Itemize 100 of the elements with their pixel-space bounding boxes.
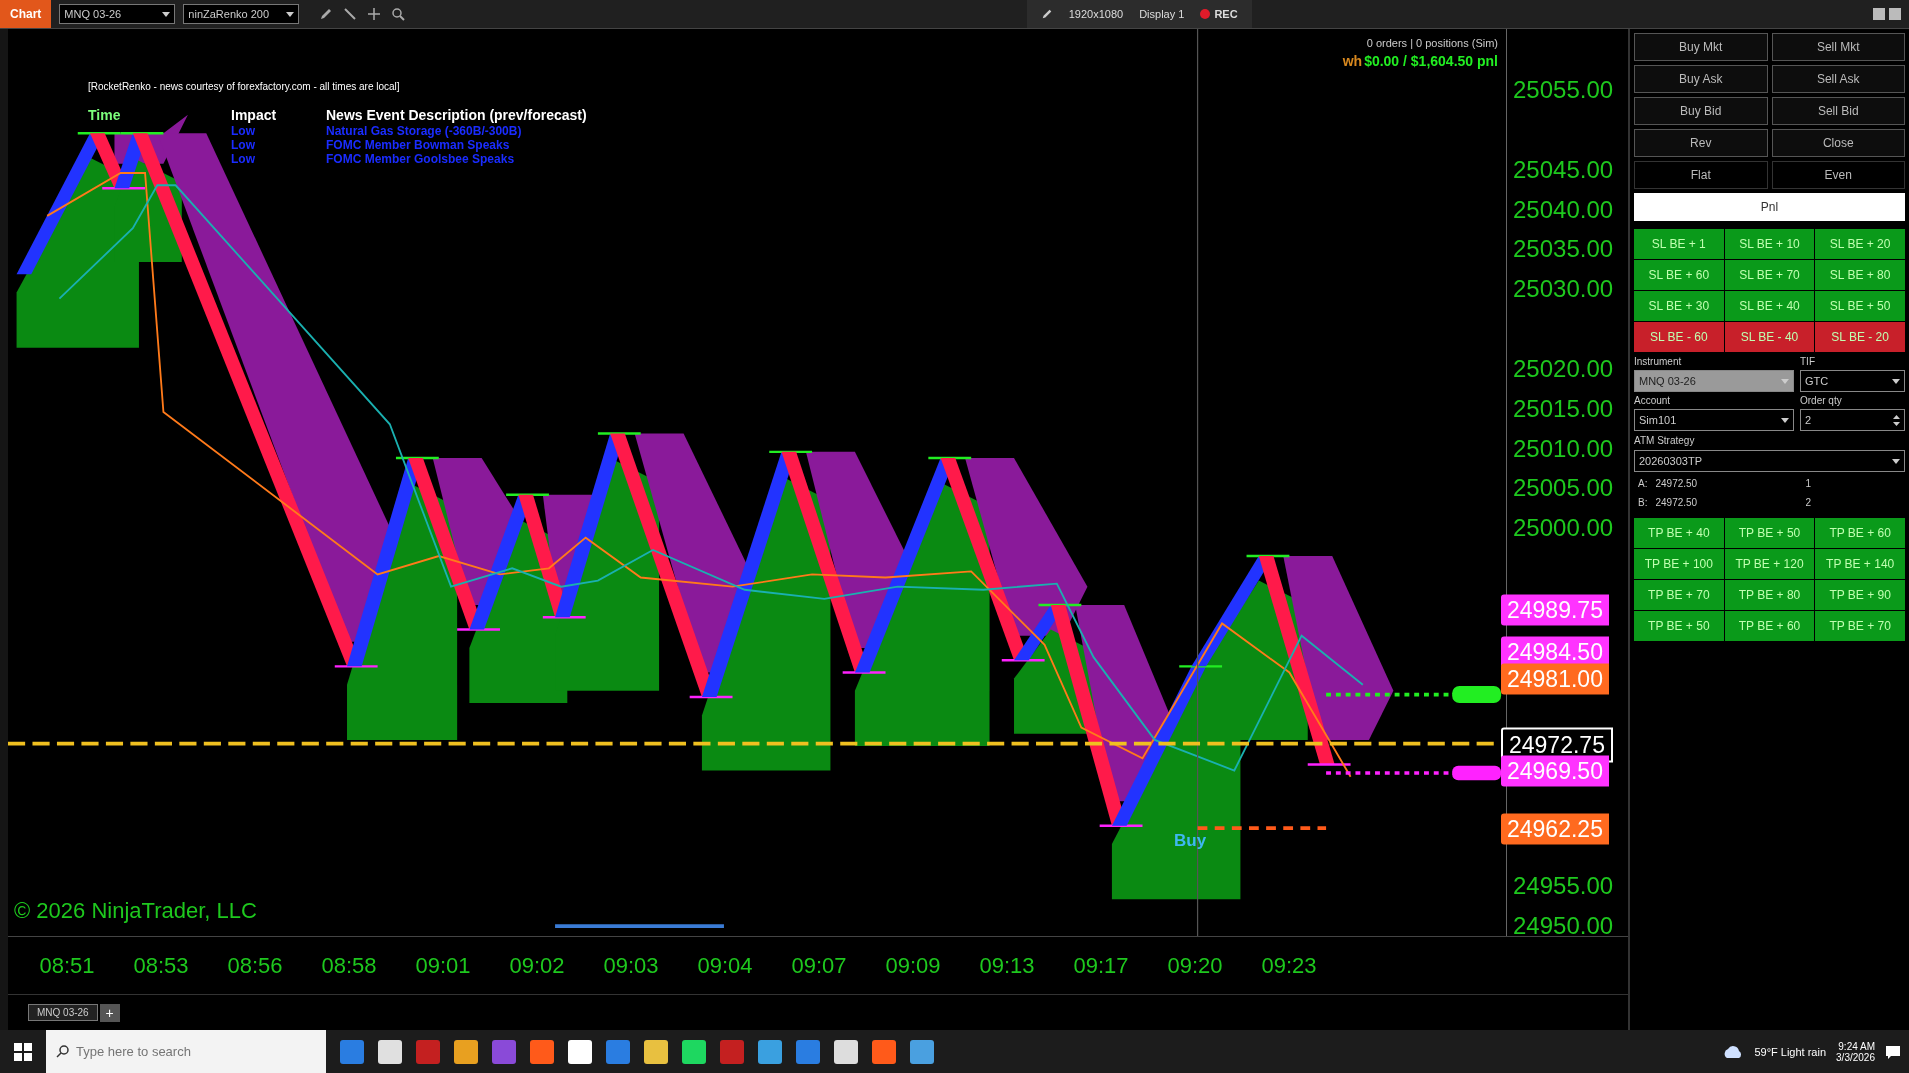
price-tick: 25055.00: [1513, 76, 1614, 105]
stop-loss-button[interactable]: SL BE + 20: [1815, 229, 1905, 259]
pnl-button[interactable]: Pnl: [1634, 193, 1905, 221]
order-button[interactable]: Sell Bid: [1771, 97, 1905, 125]
line-tool-icon[interactable]: [343, 7, 358, 21]
order-button[interactable]: Buy Ask: [1634, 65, 1768, 93]
order-button[interactable]: Sell Ask: [1771, 65, 1905, 93]
stop-loss-button[interactable]: SL BE + 60: [1634, 260, 1724, 290]
take-profit-button[interactable]: TP BE + 50: [1634, 611, 1724, 641]
crosshair-icon[interactable]: [367, 7, 382, 21]
order-button[interactable]: Close: [1771, 129, 1905, 157]
target-quantity: 1: [1805, 478, 1811, 489]
take-profit-button[interactable]: TP BE + 60: [1724, 611, 1815, 641]
order-button[interactable]: Buy Bid: [1634, 97, 1768, 125]
price-tick: 25030.00: [1513, 275, 1614, 304]
news-event-cell-text: Natural Gas Storage (-360B/-300B): [326, 124, 523, 138]
stop-loss-button[interactable]: SL BE - 40: [1724, 322, 1815, 352]
windows-logo-icon[interactable]: [14, 1042, 32, 1061]
news-event-cell-text: FOMC Member Goolsbee Speaks: [326, 152, 516, 166]
app-icon[interactable]: [758, 1039, 782, 1064]
stop-loss-button[interactable]: SL BE + 40: [1724, 291, 1815, 321]
record-button[interactable]: REC: [1200, 8, 1238, 20]
take-profit-button[interactable]: TP BE + 90: [1815, 580, 1905, 610]
time-tick: 09:20: [1166, 952, 1224, 979]
field-label: ATM Strategy: [1634, 435, 1696, 446]
price-tick: 24955.00: [1513, 872, 1614, 901]
select-field[interactable]: 20260303TP: [1634, 450, 1905, 472]
take-profit-button[interactable]: TP BE + 70: [1634, 580, 1724, 610]
order-marker[interactable]: [1452, 765, 1502, 781]
instrument-select[interactable]: MNQ 03-26: [59, 4, 176, 24]
take-profit-button[interactable]: TP BE + 40: [1634, 518, 1724, 548]
take-profit-button[interactable]: TP BE + 100: [1634, 549, 1724, 579]
stop-loss-button[interactable]: SL BE - 60: [1634, 322, 1724, 352]
select-field[interactable]: GTC: [1800, 370, 1905, 392]
take-profit-button[interactable]: TP BE + 120: [1724, 549, 1815, 579]
stop-loss-button[interactable]: SL BE + 1: [1634, 229, 1724, 259]
time-tick: 09:04: [696, 952, 754, 979]
caret-icon: [1892, 378, 1900, 384]
scroll-bar[interactable]: [555, 924, 724, 929]
order-button[interactable]: Buy Mkt: [1634, 33, 1768, 61]
target-quantity: 2: [1805, 497, 1811, 508]
app-icon[interactable]: [682, 1039, 706, 1064]
news-event-cell-text: FOMC Member Bowman Speaks: [326, 138, 511, 152]
caret-icon: [1781, 417, 1789, 423]
price-tick: 25015.00: [1513, 394, 1614, 423]
zoom-icon[interactable]: [391, 7, 406, 21]
stop-loss-button[interactable]: SL BE + 10: [1724, 229, 1815, 259]
caret-icon: [1781, 378, 1789, 384]
time-tick: 09:13: [978, 952, 1036, 979]
column-header: Time: [88, 106, 122, 124]
copyright-label: © 2026 NinjaTrader, LLC: [14, 898, 257, 924]
app-icon[interactable]: [644, 1039, 668, 1064]
time-tick: 09:07: [790, 952, 848, 979]
chart-tab[interactable]: MNQ 03-26: [28, 1004, 98, 1021]
caret-icon: [1892, 458, 1900, 464]
stop-loss-button[interactable]: SL BE + 50: [1815, 291, 1905, 321]
order-button[interactable]: Sell Mkt: [1771, 33, 1905, 61]
spinner-arrows-icon[interactable]: [1893, 414, 1900, 426]
take-profit-button[interactable]: TP BE + 60: [1815, 518, 1905, 548]
notification-icon[interactable]: [1885, 1043, 1901, 1060]
chart-tab[interactable]: Chart: [0, 0, 52, 28]
impact-cell-text: Low: [231, 138, 256, 152]
search-field[interactable]: Type here to search: [46, 1030, 326, 1073]
app-icon[interactable]: [454, 1039, 478, 1064]
price-marker: 24981.00: [1501, 663, 1609, 695]
take-profit-button[interactable]: TP BE + 50: [1724, 518, 1815, 548]
resolution-label: 1920x1080: [1068, 8, 1124, 20]
stop-loss-button[interactable]: SL BE + 80: [1815, 260, 1905, 290]
app-icon[interactable]: [378, 1039, 402, 1064]
weather-label: 59°F Light rain: [1754, 1045, 1827, 1058]
price-tick: 25010.00: [1513, 434, 1614, 463]
pencil-icon[interactable]: [319, 7, 334, 21]
order-button[interactable]: Flat: [1634, 161, 1768, 189]
app-icon[interactable]: [910, 1039, 934, 1064]
account-status: 0 orders | 0 positions (Sim): [1366, 37, 1498, 49]
stop-loss-button[interactable]: SL BE + 30: [1634, 291, 1724, 321]
order-button[interactable]: Rev: [1634, 129, 1768, 157]
stop-loss-button[interactable]: SL BE + 70: [1724, 260, 1815, 290]
target-name: B:: [1638, 497, 1648, 508]
caret-icon: [286, 11, 295, 17]
bar-type-select[interactable]: ninZaRenko 200: [183, 4, 300, 24]
order-button[interactable]: Even: [1771, 161, 1905, 189]
select-field[interactable]: Sim101: [1634, 409, 1794, 431]
quantity-field[interactable]: 2: [1800, 409, 1905, 431]
pnl-label: $0.00 / $1,604.50 pnl: [1364, 53, 1498, 69]
app-icon[interactable]: [834, 1039, 858, 1064]
pencil-icon[interactable]: [1040, 8, 1053, 20]
price-tick: 25040.00: [1513, 195, 1614, 224]
add-tab-button[interactable]: +: [99, 1003, 120, 1022]
take-profit-button[interactable]: TP BE + 80: [1724, 580, 1815, 610]
stop-loss-button[interactable]: SL BE - 20: [1815, 322, 1905, 352]
take-profit-button[interactable]: TP BE + 140: [1815, 549, 1905, 579]
time-tick: 09:01: [414, 952, 472, 979]
app-icon[interactable]: [568, 1039, 592, 1064]
time-tick: 08:51: [38, 952, 96, 979]
price-marker: 24989.75: [1501, 594, 1609, 626]
order-marker[interactable]: [1452, 685, 1502, 704]
column-header: Impact: [231, 106, 278, 124]
take-profit-button[interactable]: TP BE + 70: [1815, 611, 1905, 641]
impact-cell-text: Low: [231, 152, 256, 166]
